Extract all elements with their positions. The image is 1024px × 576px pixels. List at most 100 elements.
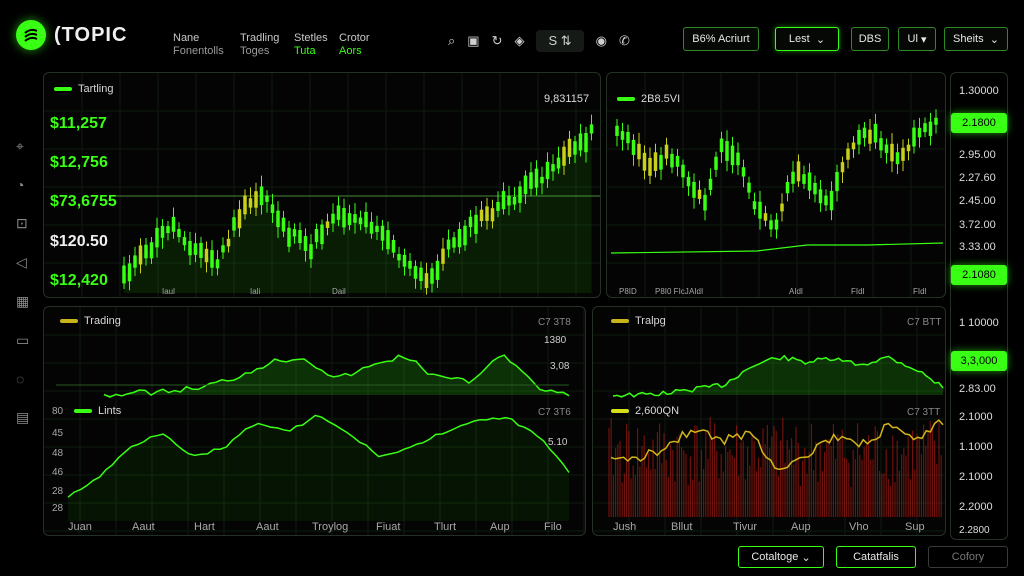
category-label: Cotaltoge [751, 551, 799, 563]
candle-body [375, 225, 379, 232]
candle-body [714, 156, 718, 170]
series-marker [611, 409, 629, 413]
candle-body [408, 260, 412, 269]
candle-body [584, 133, 588, 153]
refresh-icon[interactable]: ↻ [492, 33, 503, 49]
top-bar: (TOPIC Nane Fonentolls Tradling Toges St… [0, 0, 1024, 68]
candle-body [276, 210, 280, 228]
camera-icon[interactable]: ⊡ [16, 215, 29, 232]
main-chart-panel[interactable]: Tartling 9,831157 $11,257 $12,756 $73,67… [43, 72, 601, 298]
app-logo[interactable]: (TOPIC [16, 20, 127, 50]
candle-body [501, 191, 506, 210]
candle-body [463, 225, 467, 246]
candle-body [281, 217, 286, 232]
candle-body [851, 142, 856, 150]
account-button[interactable]: B6% Acriurt [683, 27, 759, 51]
monitor-icon[interactable]: ▭ [16, 332, 29, 349]
volume-panel-title: 2,600QN [611, 405, 679, 417]
scale-value-highlight[interactable]: 2.1800 [951, 113, 1007, 133]
x-tick-label: AIdl [789, 287, 803, 296]
calendar-icon[interactable]: ▦ [16, 293, 29, 310]
candle-body [331, 213, 335, 224]
candle-body [868, 129, 872, 144]
nav-item-trading[interactable]: Tradling Toges [240, 32, 279, 58]
scale-value: 1.1000 [959, 441, 993, 453]
candle-body [840, 162, 845, 173]
bell-icon[interactable]: ◁ [16, 254, 29, 271]
y-tick-label: 46 [52, 467, 64, 478]
candle-body [578, 133, 583, 151]
main-chart-value: 9,831157 [544, 93, 590, 105]
category-button-disabled[interactable]: Cofory [928, 546, 1008, 568]
candle-body [485, 206, 489, 221]
candle-body [835, 171, 839, 192]
lest-dropdown[interactable]: Lest ⌄ [775, 27, 839, 51]
candle-body [631, 139, 636, 155]
chevron-down-icon: ⌄ [801, 551, 811, 564]
category-dropdown[interactable]: Cotaltoge ⌄ [738, 546, 824, 568]
candle-body [769, 220, 773, 230]
candle-body [692, 181, 696, 198]
candle-body [736, 152, 740, 166]
moving-average-line [610, 242, 944, 254]
nav-label: Stetles [294, 32, 328, 44]
candle-body [573, 141, 577, 155]
candle-body [529, 172, 533, 189]
nav-sublabel: Aors [339, 45, 362, 57]
info-icon[interactable]: ◌ [16, 371, 29, 387]
ss-selector[interactable]: S ⇅ [536, 30, 584, 52]
x-tick-label: Troylog [312, 521, 349, 533]
scale-value-highlight[interactable]: 2.1080 [951, 265, 1007, 285]
candle-body [160, 225, 165, 238]
candle-body [540, 176, 544, 184]
candle-body [259, 186, 264, 206]
candle-body [879, 138, 883, 151]
candle-body [435, 260, 440, 280]
phone-icon[interactable]: ✆ [619, 33, 630, 49]
area-fill [68, 415, 569, 521]
y-tick-label: 80 [52, 406, 64, 417]
lower-left-panel[interactable]: Trading C7 3T8 1380 3,08 Lints C7 3T6 5.… [43, 306, 586, 536]
candle-body [424, 273, 429, 289]
scale-value: 1.30000 [959, 85, 999, 97]
lower-right-charts [593, 307, 945, 535]
x-tick-label: Fiuat [376, 521, 401, 533]
dbs-button[interactable]: DBS [851, 27, 889, 51]
candle-body [353, 214, 357, 223]
secondary-chart-panel[interactable]: 2B8.5VI P8ID P8I0 FIcJ AIdI AIdl FIdI FI… [606, 72, 946, 298]
timer-icon[interactable]: ◔ [16, 177, 29, 193]
x-tick-label: Aaut [256, 521, 279, 533]
scale-value-highlight[interactable]: 3,3,000 [951, 351, 1007, 371]
candle-body [637, 143, 641, 160]
x-tick-label: Aup [490, 521, 510, 533]
candle-body [725, 141, 729, 161]
y-tick-label: 45 [52, 428, 64, 439]
candle-body [796, 161, 801, 182]
candle-body [901, 147, 905, 161]
clock-icon[interactable]: ◉ [596, 33, 607, 49]
candle-body [479, 209, 484, 222]
nav-item-home[interactable]: Nane Fonentolls [173, 32, 224, 58]
lower-right-panel[interactable]: Tralpg C7 BTT 2,600QN C7 3TT Jush Bllut Ti… [592, 306, 946, 536]
nav-item-stats[interactable]: Stetles Tuta [294, 32, 328, 58]
trading-code: C7 3T8 [538, 317, 571, 328]
candle-body [906, 144, 911, 152]
lower-left-area-charts [44, 307, 585, 535]
ul-label: Ul [907, 33, 918, 45]
document-icon[interactable]: ▣ [467, 33, 479, 49]
candle-body [923, 123, 927, 133]
cursor-icon[interactable]: ⌖ [16, 138, 29, 155]
candle-body [681, 164, 685, 178]
candle-body [342, 208, 346, 228]
ul-dropdown[interactable]: Ul ▾ [898, 27, 936, 51]
sheets-dropdown[interactable]: Sheits ⌄ [944, 27, 1008, 51]
candle-body [287, 227, 291, 247]
nav-sublabel: Tuta [294, 45, 316, 57]
tag-icon[interactable]: ◈ [514, 33, 524, 49]
candle-body [664, 144, 669, 159]
folder-icon[interactable]: ▤ [16, 409, 29, 426]
nav-item-crypto[interactable]: Crotor Aors [339, 32, 370, 58]
catalog-button[interactable]: Catatfalis [836, 546, 916, 568]
candle-body [873, 123, 878, 143]
search-icon[interactable]: ⌕ [448, 33, 455, 49]
